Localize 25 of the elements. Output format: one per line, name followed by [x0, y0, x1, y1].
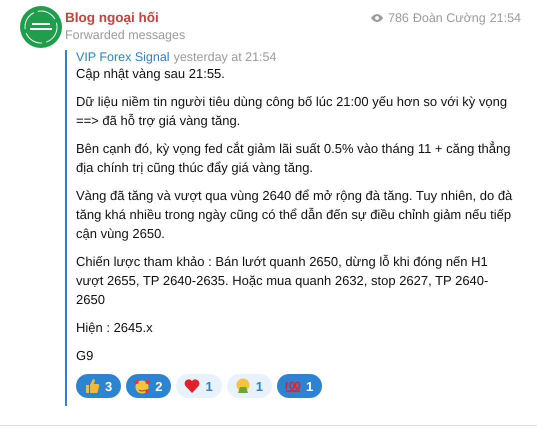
smiling-face-with-hearts-icon: [134, 378, 150, 394]
channel-avatar: [20, 6, 62, 48]
view-count: 786: [388, 10, 409, 24]
message-paragraph: Chiến lược tham khảo : Bán lướt quanh 2650, dừng lỗ khi đóng nến H1 vượt 2655, TP 2640-2635. Hoặc mua quanh 2632, stop 2627, TP 2640-2650: [76, 253, 490, 309]
message-time: 21:54: [490, 10, 521, 24]
reaction-button[interactable]: 3: [76, 374, 122, 398]
forward-time: yesterday at 21:54: [174, 50, 276, 64]
message-paragraph: Hiện : 2645.x: [76, 319, 154, 337]
message-paragraph: Bên cạnh đó, kỳ vọng fed cắt giảm lãi suất 0.5% vào tháng 11 + căng thẳng địa chính trị cũng thúc đẩy giá vàng tăng.: [76, 140, 512, 177]
thumbs-up-icon: [84, 378, 100, 394]
channel-name[interactable]: Blog ngoại hối: [65, 10, 159, 25]
reaction-button[interactable]: 2: [126, 374, 172, 398]
heart-icon: [184, 378, 200, 394]
hundred-points-icon: [284, 378, 301, 394]
author-name: Đoàn Cường: [412, 10, 486, 24]
reaction-button[interactable]: 1: [276, 374, 322, 398]
vomiting-face-icon: [234, 378, 251, 394]
reaction-button[interactable]: 1: [226, 374, 272, 398]
forward-source[interactable]: VIP Forex Signal: [76, 50, 170, 64]
reaction-button[interactable]: 1: [176, 374, 222, 398]
message-paragraph: Cập nhật vàng sau 21:55.: [76, 65, 226, 83]
message-paragraph: Vàng đã tăng và vượt qua vùng 2640 để mở rộng đà tăng. Tuy nhiên, do đà tăng khá nhiều trong ngày cũng có thể dẫn đến sự điều chỉnh giảm nếu tiếp cận vùng 2650.: [76, 187, 514, 243]
channel-subtitle: Forwarded messages: [65, 28, 186, 42]
message-paragraph: G9: [76, 347, 94, 365]
message-paragraph: Dữ liệu niềm tin người tiêu dùng công bố lúc 21:00 yếu hơn so với kỳ vọng ==> đã hỗ trợ giá vàng tăng.: [76, 93, 508, 130]
